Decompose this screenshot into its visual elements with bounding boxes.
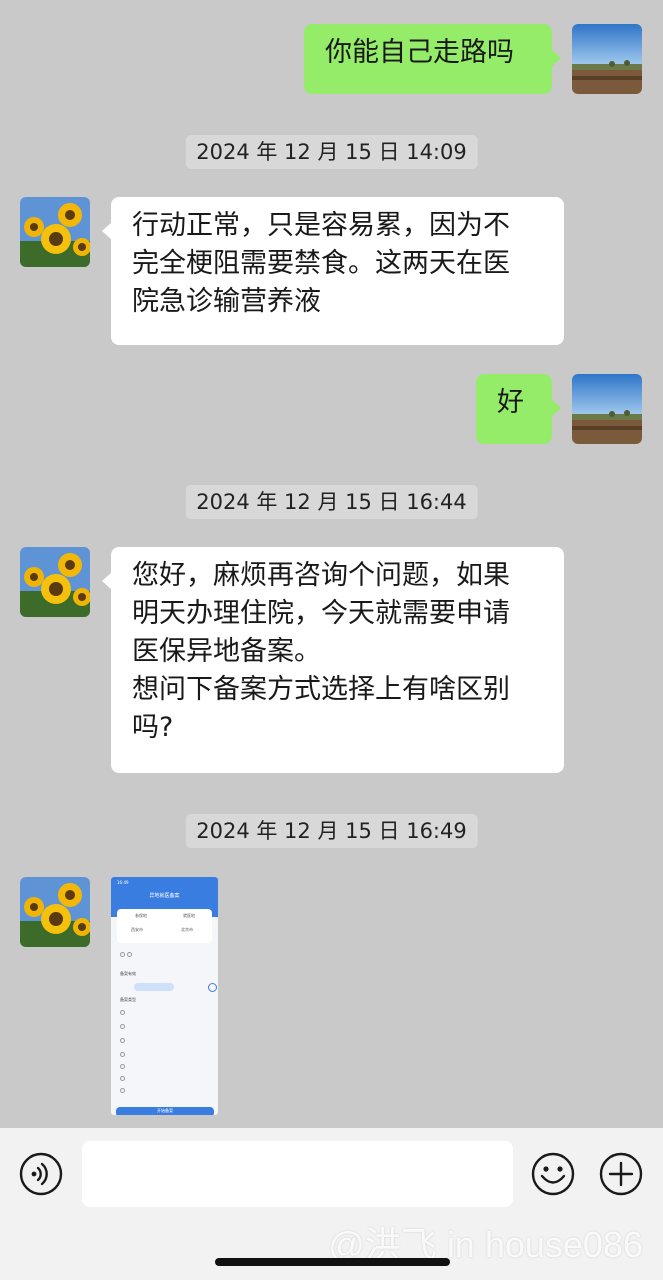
message-bubble-self[interactable]: 你能自己走路吗: [304, 24, 561, 94]
image-message-thumbnail[interactable]: 16:49 异地就医备案 参保地 就医地 西安市 北京市 备案有效 备案类型 开…: [111, 877, 218, 1115]
thumbnail-from-value: 西安市: [131, 927, 143, 932]
message-text: 您好，麻烦再咨询个问题，如果 明天办理住院，今天就需要申请 医保异地备案。 想问…: [132, 560, 510, 743]
self-avatar[interactable]: [572, 374, 642, 444]
thumbnail-from-label: 参保地: [135, 913, 147, 918]
timestamp: 2024 年 12 月 15 日 14:09: [185, 135, 478, 169]
thumbnail-radio-row: [120, 1037, 127, 1043]
message-bubble-contact[interactable]: 您好，麻烦再咨询个问题，如果 明天办理住院，今天就需要申请 医保异地备案。 想问…: [102, 547, 564, 773]
thumbnail-radio-row: [120, 1009, 127, 1015]
thumbnail-pill: [134, 983, 174, 991]
thumbnail-gear-icon: [208, 983, 217, 992]
landscape-avatar-icon: [572, 374, 642, 444]
thumbnail-section-type: 备案类型: [120, 997, 136, 1002]
self-avatar[interactable]: [572, 24, 642, 94]
plus-icon: [599, 1152, 643, 1196]
timestamp: 2024 年 12 月 15 日 16:44: [185, 485, 478, 519]
message-bubble-contact[interactable]: 行动正常，只是容易累，因为不 完全梗阻需要禁食。这两天在医 院急诊输营养液: [102, 197, 564, 345]
thumbnail-section-time: 备案有效: [120, 971, 136, 976]
message-text: 行动正常，只是容易累，因为不 完全梗阻需要禁食。这两天在医 院急诊输营养液: [132, 210, 510, 317]
sunflower-avatar-icon: [20, 547, 90, 617]
thumbnail-submit-button: 开始备案: [116, 1107, 214, 1115]
contact-avatar[interactable]: [20, 877, 90, 947]
contact-avatar[interactable]: [20, 547, 90, 617]
more-button[interactable]: [598, 1151, 644, 1197]
message-text: 好: [497, 387, 524, 418]
message-text: 你能自己走路吗: [325, 37, 514, 68]
thumbnail-to-value: 北京市: [181, 927, 193, 932]
landscape-avatar-icon: [572, 24, 642, 94]
thumbnail-radio-row: [120, 1075, 127, 1081]
home-indicator[interactable]: [215, 1258, 450, 1266]
thumbnail-radio-row: [120, 1087, 127, 1093]
voice-icon: [19, 1152, 63, 1196]
chat-area[interactable]: 你能自己走路吗 2024 年 12 月 15 日 14:09 行动正常，只是容易…: [0, 0, 663, 1128]
thumbnail-location-card: 参保地 就医地 西安市 北京市: [117, 909, 212, 943]
thumbnail-status-time: 16:49: [117, 880, 129, 885]
thumbnail-to-label: 就医地: [183, 913, 195, 918]
message-input[interactable]: [82, 1141, 513, 1207]
thumbnail-radio-row: [120, 1023, 127, 1029]
emoji-button[interactable]: [530, 1151, 576, 1197]
thumbnail-radio-row: [120, 1063, 127, 1069]
contact-avatar[interactable]: [20, 197, 90, 267]
sunflower-avatar-icon: [20, 877, 90, 947]
thumbnail-radio-row: [120, 1051, 127, 1057]
message-bubble-self[interactable]: 好: [476, 374, 561, 444]
thumbnail-title: 异地就医备案: [149, 893, 180, 899]
voice-button[interactable]: [18, 1151, 64, 1197]
emoji-icon: [531, 1152, 575, 1196]
sunflower-avatar-icon: [20, 197, 90, 267]
thumbnail-options-row: [120, 951, 134, 957]
timestamp: 2024 年 12 月 15 日 16:49: [185, 814, 478, 848]
